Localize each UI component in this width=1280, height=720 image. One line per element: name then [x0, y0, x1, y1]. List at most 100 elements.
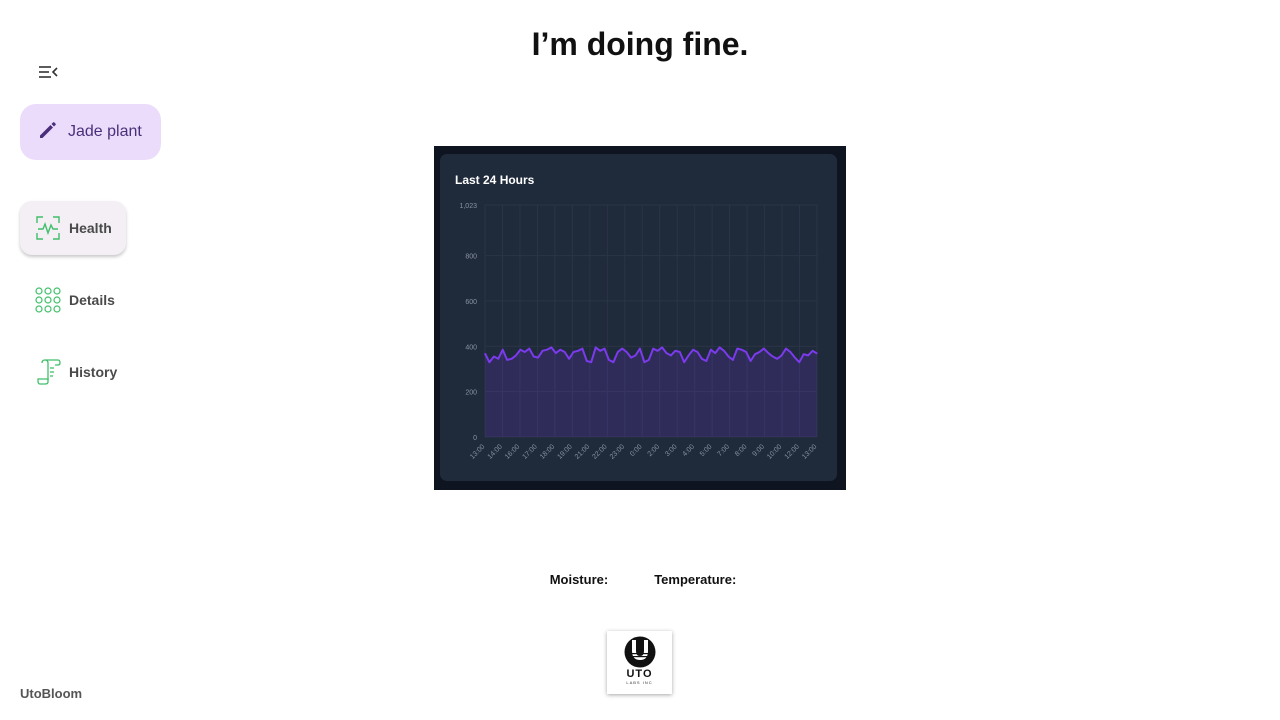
- chart-data-point: [581, 347, 583, 350]
- chart-data-point: [776, 358, 778, 360]
- chart-x-tick-label: 8:00: [734, 443, 749, 458]
- chart-svg: 02004006008001,02313:00 14:00 16:00 17:00 18…: [455, 173, 818, 461]
- chart-data-point: [634, 354, 637, 356]
- chart-x-tick-label: 9:00: [751, 443, 766, 458]
- chart-data-point: [546, 349, 548, 351]
- app-brand: UtoBloom: [20, 686, 83, 701]
- chart-data-point: [493, 355, 495, 358]
- chart-title: Last 24 Hours: [455, 173, 535, 187]
- chart-data-point: [599, 350, 601, 352]
- chart-data-point: [528, 347, 530, 350]
- moisture-label: Moisture:: [549, 572, 609, 587]
- chart-data-point: [798, 361, 800, 363]
- nav-item-health[interactable]: Health: [20, 201, 126, 255]
- chart-data-point: [652, 347, 654, 350]
- chart-x-tick-label: 19:00: [556, 443, 573, 460]
- logo-word: UTO: [626, 668, 653, 680]
- logo-subtitle: LABS INC: [626, 680, 653, 685]
- chart-data-point: [643, 361, 645, 363]
- chart-data-point: [510, 358, 513, 360]
- chart-data-point: [723, 350, 725, 352]
- chart-data-point: [772, 355, 774, 358]
- nav-item-label: Details: [69, 292, 115, 308]
- chart-data-point: [568, 358, 570, 360]
- nav-item-details[interactable]: Details: [20, 273, 115, 327]
- chart-data-point: [603, 347, 606, 350]
- plant-name-button[interactable]: Jade plant: [20, 104, 161, 160]
- chart-data-point: [572, 351, 575, 353]
- chart-data-point: [541, 350, 544, 352]
- chart-data-point: [767, 352, 769, 354]
- chart-data-point: [621, 347, 623, 350]
- chart-data-point: [754, 353, 756, 355]
- chart-data-point: [484, 352, 486, 355]
- temperature-label: Temperature:: [654, 572, 737, 587]
- chart-data-point: [630, 357, 632, 359]
- chart-data-point: [524, 351, 526, 353]
- chart-data-point: [506, 359, 508, 361]
- chart-data-point: [559, 349, 561, 351]
- chart-data-point: [705, 360, 707, 362]
- chart-y-tick-label: 800: [465, 254, 477, 261]
- chart-x-tick-label: 17:00: [521, 443, 538, 460]
- chart-area-fill: [485, 347, 817, 437]
- app-window: Jade plant Health Details History UtoBlo…: [0, 0, 1280, 720]
- nav-item-label: History: [69, 364, 118, 380]
- chart-data-point: [794, 357, 796, 359]
- heart-monitor-icon: [35, 215, 61, 241]
- chart-data-point: [612, 361, 614, 363]
- nav-item-history[interactable]: History: [20, 345, 117, 399]
- chart-data-point: [497, 358, 499, 360]
- moisture-chart: 0 200 400 600 800 1,023 13:00 14:00 16:00 17:00 18…: [440, 154, 837, 481]
- chart-data-point: [590, 361, 592, 363]
- chart-y-tick-label: 400: [465, 344, 477, 351]
- chart-frame: 0 200 400 600 800 1,023 13:00 14:00 16:00 17:00 18…: [434, 146, 846, 490]
- plant-name-label: Jade plant: [68, 123, 142, 140]
- chart-data-point: [661, 346, 663, 349]
- chart-data-point: [555, 352, 557, 354]
- chart-data-point: [736, 347, 738, 350]
- chart-x-tick-label: 16:00: [504, 443, 521, 460]
- chart-x-tick-label: 22:00: [591, 443, 608, 460]
- nav-item-label: Health: [69, 220, 112, 236]
- chart-data-point: [807, 354, 809, 356]
- chart-x-tick-label: 3:00: [664, 443, 679, 458]
- chart-x-tick-label: 7:00: [716, 443, 731, 458]
- chart-data-point: [683, 361, 685, 363]
- chart-data-point: [617, 351, 619, 353]
- chart-data-point: [803, 353, 805, 355]
- chart-y-tick-label: 0: [473, 435, 477, 442]
- chart-data-point: [648, 359, 650, 361]
- chart-data-point: [719, 346, 721, 349]
- chart-data-point: [785, 347, 787, 350]
- chart-data-point: [745, 351, 747, 353]
- chart-data-point: [701, 358, 703, 360]
- chart-data-point: [688, 354, 690, 356]
- chart-data-point: [665, 352, 668, 354]
- chart-data-point: [789, 351, 792, 353]
- chart-data-point: [670, 354, 672, 356]
- chart-data-point: [714, 352, 716, 354]
- chart-y-tick-label: 600: [465, 299, 477, 306]
- chart-data-point: [692, 349, 694, 351]
- chart-data-point: [780, 354, 783, 356]
- chart-data-point: [488, 361, 491, 363]
- chart-data-point: [710, 349, 712, 351]
- dots-grid-icon: [35, 287, 61, 313]
- chart-data-point: [816, 352, 818, 355]
- chart-data-point: [811, 350, 814, 352]
- chart-y-tick-label: 200: [465, 390, 477, 397]
- sensor-readings: Moisture: Temperature:: [0, 572, 1280, 587]
- chart-data-point: [564, 351, 566, 353]
- chart-x-tick-label: 21:00: [574, 443, 591, 460]
- uto-labs-logo: UTO LABS INC: [607, 631, 672, 694]
- plant-status-heading: I’m doing fine.: [531, 26, 749, 62]
- chart-data-point: [732, 359, 734, 361]
- uto-logo-mark-icon: [624, 636, 655, 668]
- chart-data-point: [586, 360, 588, 362]
- chart-x-tick-label: 23:00: [609, 443, 626, 460]
- chart-data-point: [639, 347, 641, 350]
- chart-data-point: [679, 351, 681, 353]
- pencil-icon: [38, 120, 58, 145]
- chart-x-tick-label: 2:00: [647, 443, 662, 458]
